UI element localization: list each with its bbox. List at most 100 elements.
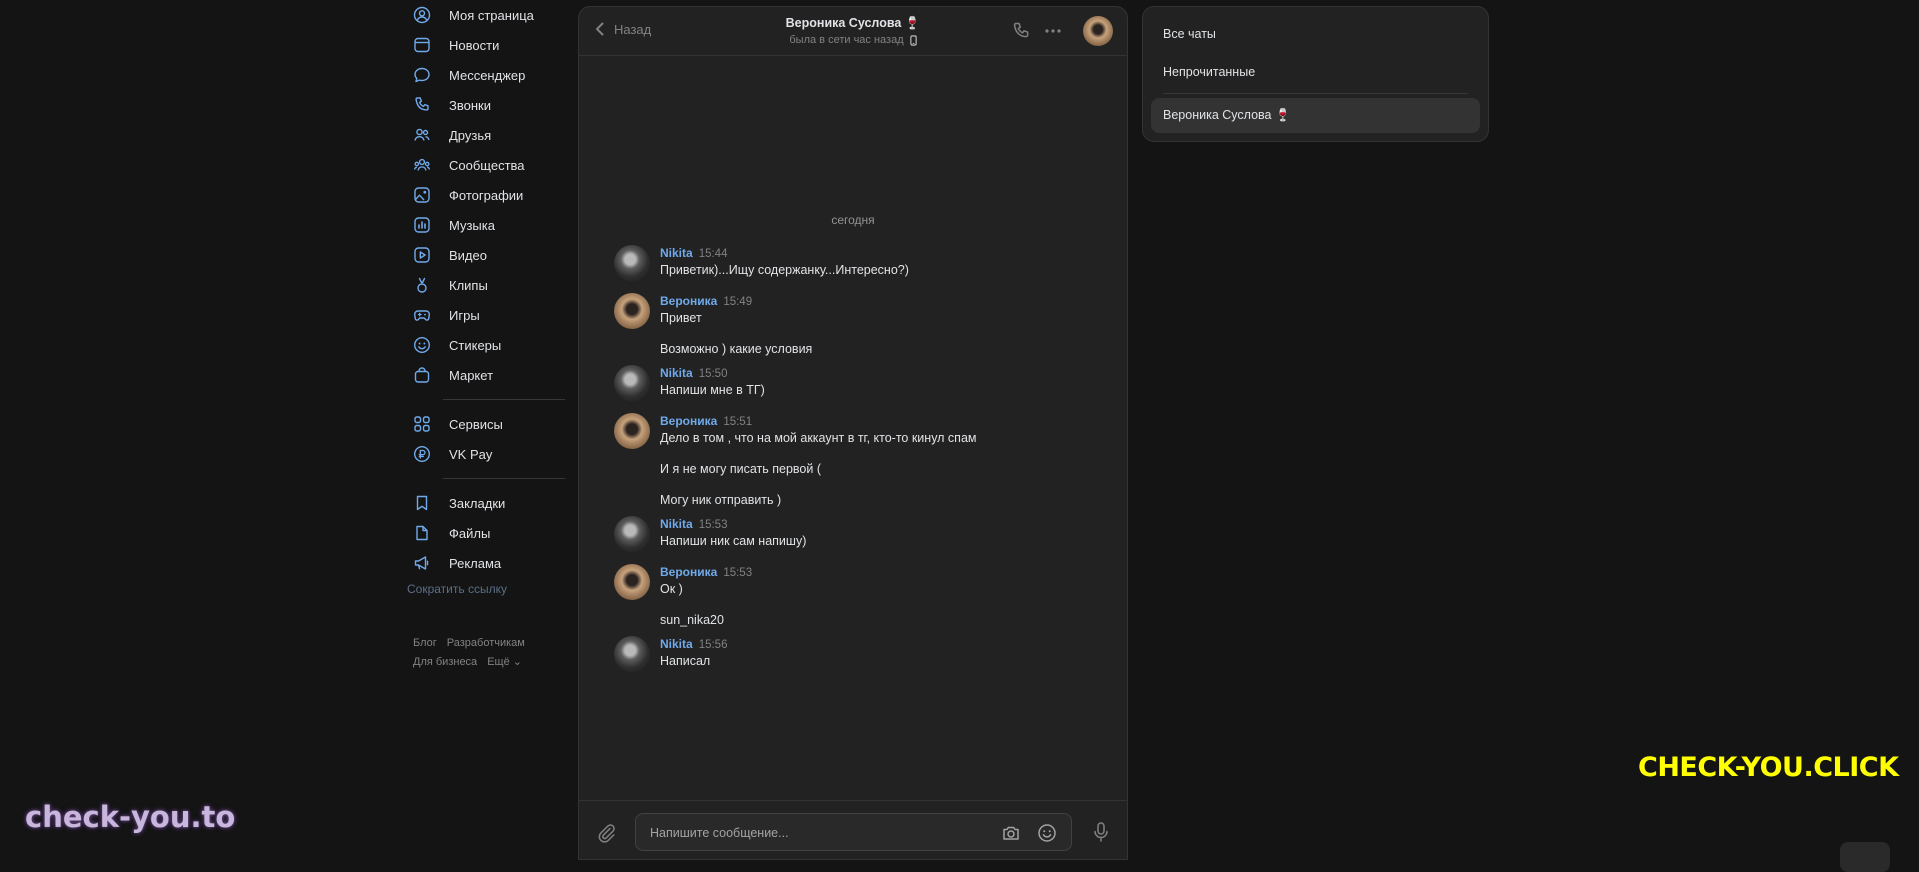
message-group: Вероника 15:53 Ок ) sun_nika20 [614, 564, 1094, 628]
file-icon [405, 524, 441, 542]
nav-item[interactable]: Новости [405, 30, 565, 60]
corner-floating-button[interactable] [1840, 842, 1890, 872]
nav-item[interactable]: Звонки [405, 90, 565, 120]
nav-item-label: Мессенджер [449, 67, 526, 83]
nav-item[interactable]: Сообщества [405, 150, 565, 180]
message-author[interactable]: Nikita [660, 637, 693, 651]
footer-more-link[interactable]: Ещё ⌄ [487, 656, 522, 668]
message-input-wrapper [635, 813, 1072, 852]
message-input[interactable] [648, 814, 982, 852]
filter-active-chat-label: Вероника Суслова 🍷 [1163, 108, 1291, 122]
message-meta: Nikita 15:50 [660, 365, 1094, 382]
message-meta: Вероника 15:53 [660, 564, 1094, 581]
message-text: Привет [660, 311, 702, 325]
nav-divider [443, 399, 565, 400]
newsfeed-icon [405, 36, 441, 54]
nav-item[interactable]: VK Pay [405, 439, 565, 469]
footer-business-link[interactable]: Для бизнеса [413, 656, 477, 668]
nav-item[interactable]: Маркет [405, 360, 565, 390]
author-avatar[interactable] [614, 293, 650, 329]
nav-item[interactable]: Видео [405, 240, 565, 270]
filter-all-chats[interactable]: Все чаты [1163, 27, 1216, 41]
nav-item-label: Звонки [449, 97, 491, 113]
message-time: 15:53 [723, 567, 753, 579]
nav-item[interactable]: Моя страница [405, 0, 565, 30]
message-meta: Nikita 15:56 [660, 636, 1094, 653]
message-author[interactable]: Nikita [660, 517, 693, 531]
nav-item[interactable]: Клипы [405, 270, 565, 300]
message-author[interactable]: Nikita [660, 246, 693, 260]
author-avatar[interactable] [614, 564, 650, 600]
nav-item-label: Сервисы [449, 416, 503, 432]
message-text: Приветик)...Ищу содержанку...Интересно?) [660, 263, 909, 277]
message-author[interactable]: Вероника [660, 565, 717, 579]
nav-item[interactable]: Мессенджер [405, 60, 565, 90]
smile-icon [1037, 823, 1057, 843]
chevron-down-icon: ⌄ [512, 656, 522, 668]
author-avatar[interactable] [614, 636, 650, 672]
filter-active-chat[interactable]: Вероника Суслова 🍷 [1151, 98, 1480, 133]
voice-message-button[interactable] [1091, 821, 1111, 843]
nav-item[interactable]: Игры [405, 300, 565, 330]
attach-button[interactable] [595, 821, 617, 843]
shorten-link[interactable]: Сократить ссылку [405, 582, 565, 596]
author-avatar[interactable] [614, 245, 650, 281]
nav-item-label: Музыка [449, 217, 495, 233]
author-avatar[interactable] [614, 413, 650, 449]
emoji-button[interactable] [1037, 823, 1057, 843]
camera-button[interactable] [1001, 823, 1021, 843]
smile-icon [405, 336, 441, 354]
author-avatar[interactable] [614, 516, 650, 552]
nav-item-label: Клипы [449, 277, 488, 293]
nav-item[interactable]: Друзья [405, 120, 565, 150]
more-button[interactable] [1043, 21, 1063, 41]
peer-avatar[interactable] [1083, 16, 1113, 46]
author-avatar[interactable] [614, 365, 650, 401]
left-sidebar: Моя страница Новости Мессенджер Звонки Друзь… [405, 0, 565, 672]
message-text: Ок ) [660, 582, 683, 596]
nav-item[interactable]: Фотографии [405, 180, 565, 210]
message-author[interactable]: Nikita [660, 366, 693, 380]
message-time: 15:56 [698, 639, 728, 651]
date-separator: сегодня [831, 213, 875, 227]
clips-icon [405, 276, 441, 294]
megaphone-icon [405, 554, 441, 572]
nav-item[interactable]: Файлы [405, 518, 565, 548]
nav-item[interactable]: Музыка [405, 210, 565, 240]
nav-item-label: Игры [449, 307, 480, 323]
message-meta: Nikita 15:44 [660, 245, 1094, 262]
call-button[interactable] [1011, 21, 1031, 41]
message-group: Вероника 15:51 Дело в том , что на мой акк… [614, 413, 1094, 508]
message-group: Nikita 15:56 Написал [614, 636, 1094, 676]
nav-item-label: VK Pay [449, 446, 493, 462]
nav-item[interactable]: Реклама [405, 548, 565, 578]
message-meta: Вероника 15:49 [660, 293, 1094, 310]
message-group: Вероника 15:49 Привет Возможно ) какие усло… [614, 293, 1094, 357]
footer-blog-link[interactable]: Блог [413, 637, 437, 649]
microphone-icon [1091, 821, 1111, 843]
gamepad-icon [405, 306, 441, 324]
message-time: 15:49 [723, 296, 753, 308]
message-author[interactable]: Вероника [660, 414, 717, 428]
nav-item[interactable]: Закладки [405, 488, 565, 518]
filter-unread[interactable]: Непрочитанные [1163, 65, 1255, 79]
nav-item-label: Закладки [449, 495, 506, 511]
message-group: Nikita 15:44 Приветик)...Ищу содержанку...… [614, 245, 1094, 285]
message-author[interactable]: Вероника [660, 294, 717, 308]
message-time: 15:50 [698, 368, 728, 380]
nav-item-label: Моя страница [449, 7, 534, 23]
nav-item-label: Реклама [449, 555, 502, 571]
nav-item[interactable]: Сервисы [405, 409, 565, 439]
nav-item[interactable]: Стикеры [405, 330, 565, 360]
watermark-left: check-you.to [25, 800, 236, 834]
nav-item-label: Маркет [449, 367, 494, 383]
nav-item-label: Видео [449, 247, 487, 263]
footer-developers-link[interactable]: Разработчикам [447, 637, 525, 649]
nav-item-label: Фотографии [449, 187, 524, 203]
nav-item-label: Стикеры [449, 337, 502, 353]
footer-links: Блог Разработчикам Для бизнеса Ещё ⌄ [405, 634, 565, 672]
message-text: Возможно ) какие условия [660, 342, 813, 356]
nav-main-list: Моя страница Новости Мессенджер Звонки Друзь… [405, 0, 565, 390]
nav-item-label: Друзья [449, 127, 492, 143]
watermark-right: CHECK-YOU.CLICK [1638, 752, 1899, 783]
